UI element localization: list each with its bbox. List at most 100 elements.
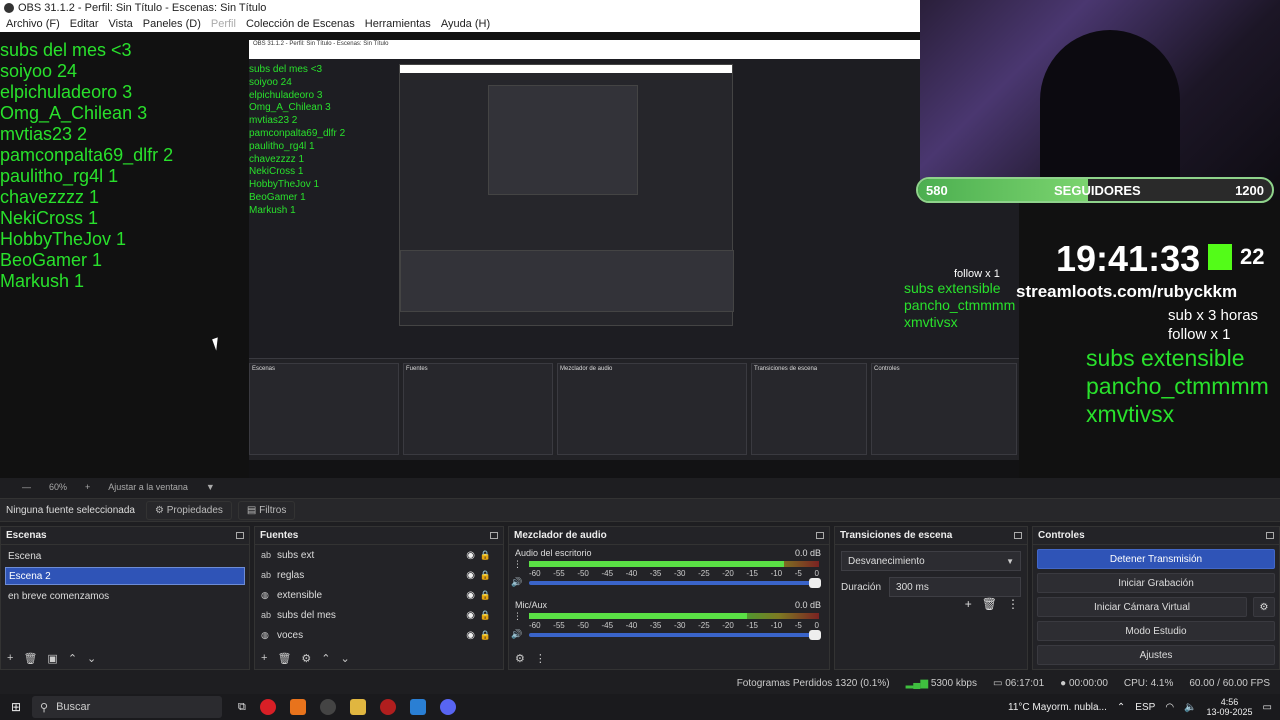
menu-scene-collection[interactable]: Colección de Escenas [246,18,355,30]
language-indicator[interactable]: ESP [1135,702,1155,713]
studio-mode-button[interactable]: Modo Estudio [1037,621,1275,641]
undock-icon[interactable] [816,532,824,539]
lock-icon[interactable]: 🔒 [480,590,491,601]
source-item[interactable]: ab subs del mes ◉ 🔒 [255,605,503,625]
volume-icon[interactable]: 🔈 [1184,702,1196,713]
nested-subs-item: HobbyTheJov 1 [249,179,320,191]
zoom-minus-button[interactable]: — [22,482,31,492]
visibility-eye-icon[interactable]: ◉ [466,590,475,601]
docks-area: Escenas Escena Escena 2 en breve comenza… [0,526,1280,670]
volume-slider-knob[interactable] [809,578,821,588]
obs-taskbar-icon[interactable] [319,699,336,715]
opera-icon[interactable] [259,699,276,715]
visibility-eye-icon[interactable]: ◉ [466,610,475,621]
search-placeholder: Buscar [56,701,91,713]
menu-view[interactable]: Vista [109,18,133,30]
speaker-icon[interactable]: 🔊 [511,629,522,640]
volume-slider[interactable] [529,578,821,588]
subs-list-item: BeoGamer 1 [0,250,103,270]
remove-transition-icon[interactable]: 🗑 [982,597,997,611]
mixer-menu-icon[interactable]: ⋮ [535,652,546,665]
nested-menubar [249,49,1019,59]
zoom-fit-button[interactable]: Ajustar a la ventana [108,482,188,492]
lock-icon[interactable]: 🔒 [480,610,491,621]
transition-select[interactable]: Desvanecimiento ▼ [841,551,1021,571]
menu-docks[interactable]: Paneles (D) [143,18,201,30]
source-item[interactable]: ab subs ext ◉ 🔒 [255,545,503,565]
task-view-icon[interactable]: ⧉ [238,701,246,714]
mixer-track-desktop: Audio del escritorio 0.0 dB ⋮ -60 -55 -50-… [509,545,829,597]
settings-button[interactable]: Ajustes [1037,645,1275,665]
source-item[interactable]: ◍ extensible ◉ 🔒 [255,585,503,605]
start-recording-button[interactable]: Iniciar Grabación [1037,573,1275,593]
meter-tick: -20 [722,621,734,630]
duration-label: Duración [841,581,882,593]
undock-icon[interactable] [490,532,498,539]
menu-edit[interactable]: Editar [70,18,99,30]
followers-label: SEGUIDORES [1054,183,1141,198]
store-icon[interactable] [409,699,426,715]
undock-icon[interactable] [236,532,244,539]
wifi-icon[interactable]: ◠ [1165,702,1174,713]
menu-tools[interactable]: Herramientas [365,18,431,30]
app-icon[interactable] [379,699,396,715]
menu-file[interactable]: Archivo (F) [6,18,60,30]
transition-tools: + 🗑 ⋮ [965,597,1019,611]
zoom-plus-button[interactable]: + [85,482,90,492]
virtual-camera-settings-gear-icon[interactable]: ⚙ [1253,597,1275,617]
visibility-eye-icon[interactable]: ◉ [466,550,475,561]
duration-row: Duración 300 ms [841,577,1021,597]
notifications-icon[interactable]: ▭ [1263,702,1272,713]
taskbar-search[interactable]: ⚲ Buscar [32,696,222,718]
lock-icon[interactable]: 🔒 [480,570,491,581]
system-clock[interactable]: 4:56 13-09-2025 [1207,697,1253,717]
track-menu-icon[interactable]: ⋮ [513,559,522,570]
source-settings-icon[interactable]: ⚙ [301,652,311,665]
filter-scene-icon[interactable]: ▣ [47,652,57,665]
volume-slider[interactable] [529,630,821,640]
undock-icon[interactable] [1266,532,1274,539]
nested-subs-item: BeoGamer 1 [249,191,306,203]
weather-widget[interactable]: 11°C Mayorm. nubla... [1008,702,1107,713]
add-source-icon[interactable]: + [261,652,267,664]
scene-item[interactable]: Escena [5,547,245,565]
start-menu-icon[interactable]: ⊞ [0,700,32,714]
zoom-dropdown-icon[interactable]: ▼ [206,482,215,492]
remove-source-icon[interactable]: 🗑 [277,652,291,665]
lock-icon[interactable]: 🔒 [480,550,491,561]
app-icon[interactable] [289,699,306,715]
rule-item: follow x 1 [1168,326,1231,343]
scene-item[interactable]: en breve comenzamos [5,587,245,605]
visibility-eye-icon[interactable]: ◉ [466,570,475,581]
lock-icon[interactable]: 🔒 [480,630,491,641]
move-up-icon[interactable]: ⌃ [68,652,77,665]
move-up-icon[interactable]: ⌃ [321,652,330,665]
add-scene-icon[interactable]: + [7,652,13,664]
scene-item-selected[interactable]: Escena 2 [5,567,245,585]
mixer-settings-icon[interactable]: ⚙ [515,652,525,665]
remove-scene-icon[interactable]: 🗑 [23,652,37,665]
browser-icon: ◍ [261,629,269,640]
start-virtual-camera-button[interactable]: Iniciar Cámara Virtual [1037,597,1247,617]
discord-icon[interactable] [439,699,456,715]
file-explorer-icon[interactable] [349,699,366,715]
stop-streaming-button[interactable]: Detener Transmisión [1037,549,1275,569]
source-item[interactable]: ◍ voces ◉ 🔒 [255,625,503,645]
move-down-icon[interactable]: ⌄ [341,652,350,665]
speaker-icon[interactable]: 🔊 [511,577,522,588]
source-item[interactable]: ab reglas ◉ 🔒 [255,565,503,585]
chevron-down-icon: ▼ [1006,556,1014,566]
add-transition-icon[interactable]: + [965,597,972,611]
move-down-icon[interactable]: ⌄ [87,652,96,665]
volume-slider-knob[interactable] [809,630,821,640]
track-menu-icon[interactable]: ⋮ [513,611,522,622]
transition-menu-icon[interactable]: ⋮ [1007,597,1019,611]
undock-icon[interactable] [1014,532,1022,539]
properties-button[interactable]: ⚙ Propiedades [146,500,232,520]
filters-button[interactable]: ▤ Filtros [237,500,296,520]
menu-help[interactable]: Ayuda (H) [441,18,490,30]
menu-profile[interactable]: Perfil [211,18,236,30]
tray-chevron-icon[interactable]: ⌃ [1117,702,1125,713]
visibility-eye-icon[interactable]: ◉ [466,630,475,641]
duration-input[interactable]: 300 ms [889,577,1021,597]
